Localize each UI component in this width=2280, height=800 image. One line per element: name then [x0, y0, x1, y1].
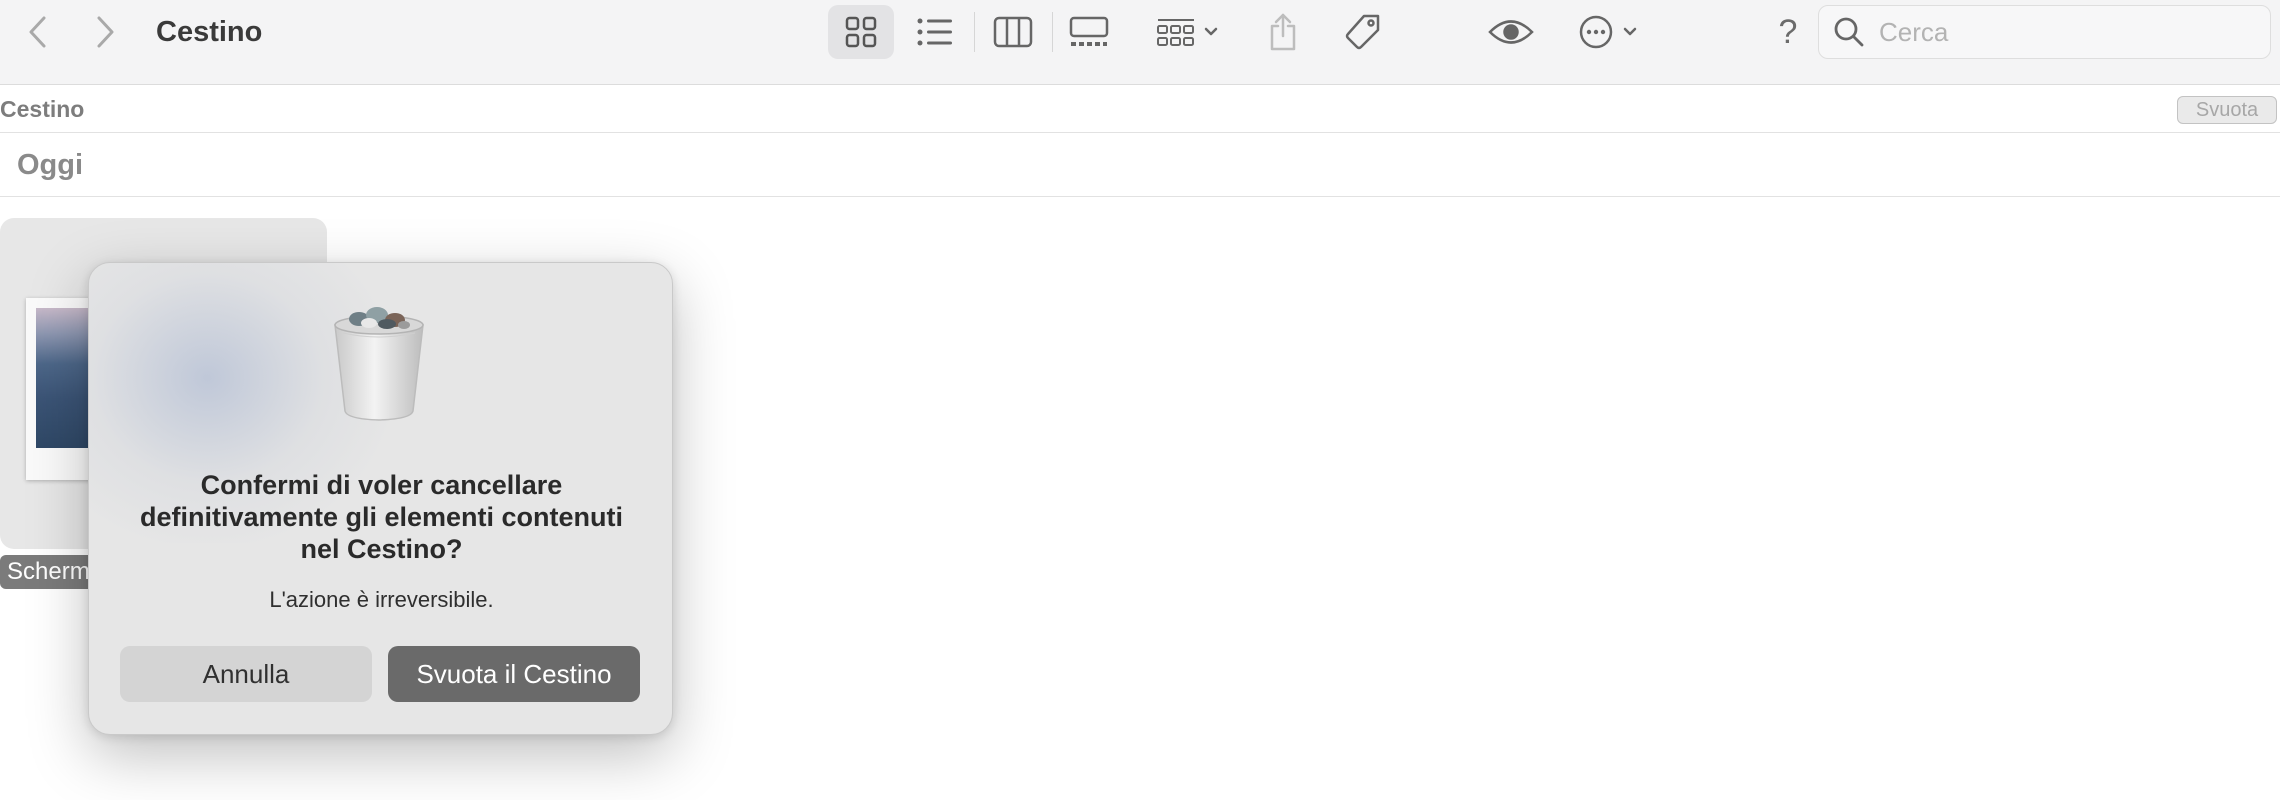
section-header: Oggi [0, 134, 2280, 197]
cancel-button[interactable]: Annulla [120, 646, 372, 702]
section-title: Oggi [17, 149, 84, 181]
confirm-dialog: Confermi di voler cancellare definitivam… [88, 262, 673, 735]
quicklook-icon[interactable] [1480, 5, 1542, 59]
dialog-title: Confermi di voler cancellare definitivam… [139, 470, 624, 564]
dialog-message: L'azione è irreversibile. [269, 587, 494, 612]
search-icon [1833, 16, 1865, 48]
more-actions-icon[interactable] [1572, 5, 1652, 59]
path-bar: Cestino Svuota [0, 86, 2280, 133]
search-input[interactable] [1879, 16, 2239, 48]
toolbar-separator [1052, 12, 1053, 52]
back-icon[interactable] [18, 12, 58, 52]
forward-icon[interactable] [85, 12, 125, 52]
trash-full-icon [329, 303, 429, 423]
gallery-view-icon[interactable] [1056, 5, 1122, 59]
window-title: Cestino [156, 16, 263, 48]
empty-trash-button[interactable]: Svuota [2177, 96, 2277, 124]
tag-icon[interactable] [1336, 5, 1390, 59]
empty-trash-confirm-button[interactable]: Svuota il Cestino [388, 646, 640, 702]
column-view-icon[interactable] [980, 5, 1046, 59]
group-icon[interactable] [1148, 5, 1230, 59]
path-title: Cestino [0, 96, 85, 122]
toolbar: Cestino ? Cerca [0, 0, 2280, 85]
help-icon[interactable]: ? [1768, 5, 1808, 59]
icon-view-icon[interactable] [828, 5, 894, 59]
toolbar-separator [974, 12, 975, 52]
share-icon[interactable] [1258, 5, 1308, 59]
list-view-icon[interactable] [902, 5, 968, 59]
search-field[interactable] [1818, 5, 2271, 59]
